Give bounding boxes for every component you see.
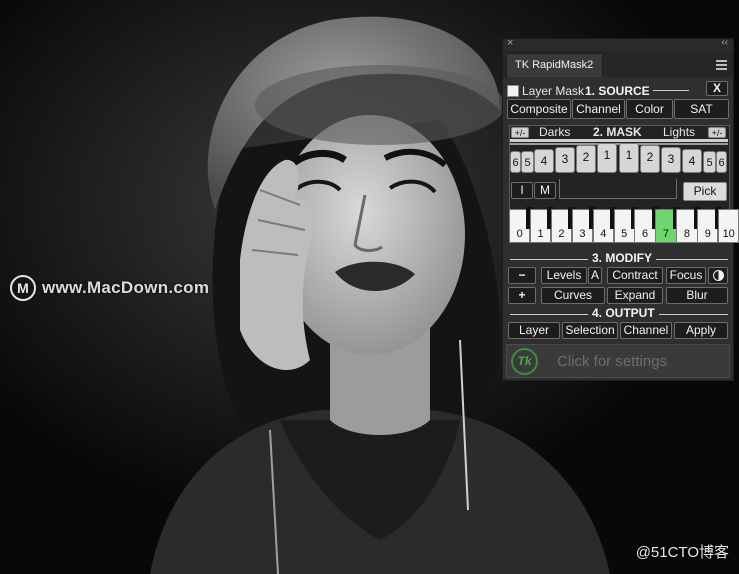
hamburger-menu-icon[interactable]	[716, 60, 727, 72]
curves-button[interactable]: Curves	[541, 287, 605, 304]
darks-label: Darks	[539, 125, 571, 139]
dark-level-4[interactable]: 4	[534, 149, 554, 173]
apply-button[interactable]: Apply	[674, 322, 728, 339]
collapse-icon[interactable]: ‹‹	[721, 37, 728, 48]
dark-level-6[interactable]: 6	[510, 151, 521, 173]
modify-heading: 3. MODIFY	[588, 251, 657, 265]
light-level-3[interactable]: 3	[661, 147, 681, 173]
focus-button[interactable]: Focus	[666, 267, 706, 284]
contrast-toggle-button[interactable]	[708, 267, 728, 284]
credit-text: @51CTO博客	[635, 544, 729, 561]
composite-button[interactable]: Composite	[507, 99, 571, 119]
output-layer-button[interactable]: Layer	[508, 322, 560, 339]
merge-mask-button[interactable]: M	[534, 182, 556, 199]
layer-mask-label: Layer Mask	[522, 84, 585, 98]
expand-button[interactable]: Expand	[607, 287, 663, 304]
color-button[interactable]: Color	[626, 99, 673, 119]
output-channel-button[interactable]: Channel	[620, 322, 672, 339]
lights-label: Lights	[663, 125, 696, 139]
mask-range-line	[510, 139, 728, 142]
layer-mask-checkbox[interactable]	[507, 85, 519, 97]
watermark-text: www.MacDown.com	[42, 278, 210, 297]
mask-step-bracket	[559, 179, 677, 199]
dark-level-2[interactable]: 2	[576, 145, 596, 173]
light-level-5[interactable]: 5	[703, 151, 716, 173]
settings-label[interactable]: Click for settings	[557, 353, 667, 370]
output-selection-button[interactable]: Selection	[562, 322, 618, 339]
plus-button[interactable]: +	[508, 287, 536, 304]
auto-levels-button[interactable]: A	[588, 267, 602, 284]
light-level-2[interactable]: 2	[640, 145, 660, 173]
tab-rapidmask[interactable]: TK RapidMask2	[506, 53, 603, 77]
half-circle-icon	[713, 270, 724, 281]
invert-mask-button[interactable]: I	[511, 182, 533, 199]
tk-logo-icon: Tk	[511, 348, 538, 375]
settings-footer[interactable]: Tk Click for settings	[506, 344, 730, 378]
zone-key-10[interactable]: 10	[718, 209, 739, 243]
channel-source-button[interactable]: Channel	[572, 99, 625, 119]
source-heading: 1. SOURCE	[585, 84, 650, 98]
sat-button[interactable]: SAT	[674, 99, 729, 119]
light-level-1[interactable]: 1	[619, 143, 639, 173]
macdown-logo-icon: M	[10, 275, 36, 301]
close-icon[interactable]: ×	[507, 37, 513, 49]
rapidmask-panel: × ‹‹ TK RapidMask2 Layer Mask 1. SOURCE …	[502, 37, 739, 381]
modify-section-divider: 3. MODIFY	[510, 251, 728, 265]
blur-button[interactable]: Blur	[666, 287, 728, 304]
clear-source-button[interactable]: X	[706, 81, 728, 96]
dark-level-1[interactable]: 1	[597, 143, 617, 173]
output-heading: 4. OUTPUT	[588, 306, 659, 320]
dark-level-3[interactable]: 3	[555, 147, 575, 173]
light-level-4[interactable]: 4	[682, 149, 702, 173]
dark-level-5[interactable]: 5	[521, 151, 534, 173]
minus-button[interactable]: −	[508, 267, 536, 284]
source-section-divider: 1. SOURCE	[583, 84, 689, 98]
lights-invert-button[interactable]: +/-	[708, 127, 726, 138]
light-level-6[interactable]: 6	[716, 151, 727, 173]
contract-button[interactable]: Contract	[607, 267, 663, 284]
output-section-divider: 4. OUTPUT	[510, 306, 728, 320]
levels-button[interactable]: Levels	[541, 267, 587, 284]
darks-invert-button[interactable]: +/-	[511, 127, 529, 138]
pick-button[interactable]: Pick	[683, 182, 727, 201]
panel-tab-row: TK RapidMask2	[503, 51, 733, 77]
panel-titlebar: × ‹‹	[503, 37, 733, 51]
mask-heading: 2. MASK	[593, 125, 642, 139]
